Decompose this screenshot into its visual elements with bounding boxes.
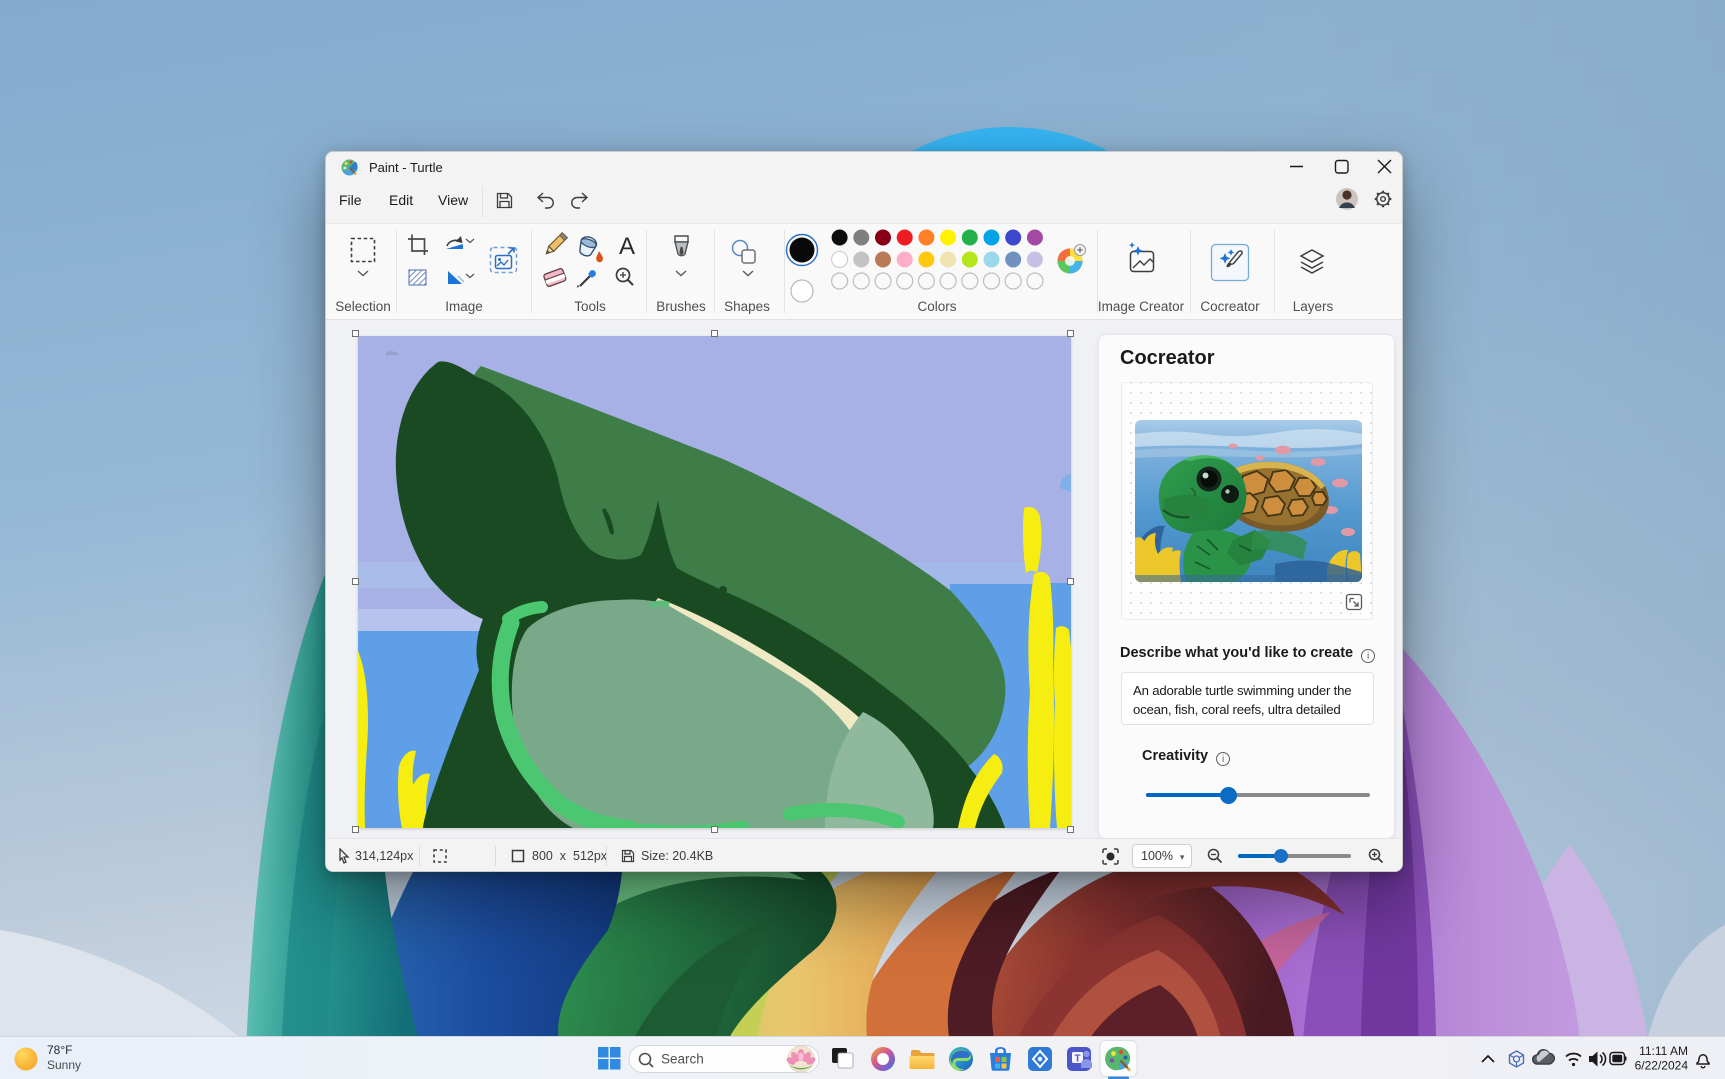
svg-text:T: T <box>1074 1054 1080 1065</box>
svg-text:Image: Image <box>445 299 483 314</box>
svg-text:Tools: Tools <box>574 299 606 314</box>
svg-text:Cocreator: Cocreator <box>1200 299 1260 314</box>
svg-text:6/22/2024: 6/22/2024 <box>1635 1059 1689 1073</box>
svg-text:A: A <box>619 233 635 260</box>
svg-text:Image Creator: Image Creator <box>1098 299 1185 314</box>
svg-text:11:11 AM: 11:11 AM <box>1639 1044 1688 1058</box>
svg-text:Colors: Colors <box>917 299 956 314</box>
svg-text:Layers: Layers <box>1293 299 1334 314</box>
svg-text:Brushes: Brushes <box>656 299 706 314</box>
svg-text:Sunny: Sunny <box>47 1058 81 1072</box>
svg-text:Shapes: Shapes <box>724 299 770 314</box>
svg-text:Search: Search <box>661 1052 704 1067</box>
svg-text:78°F: 78°F <box>47 1043 72 1057</box>
svg-text:Selection: Selection <box>335 299 391 314</box>
